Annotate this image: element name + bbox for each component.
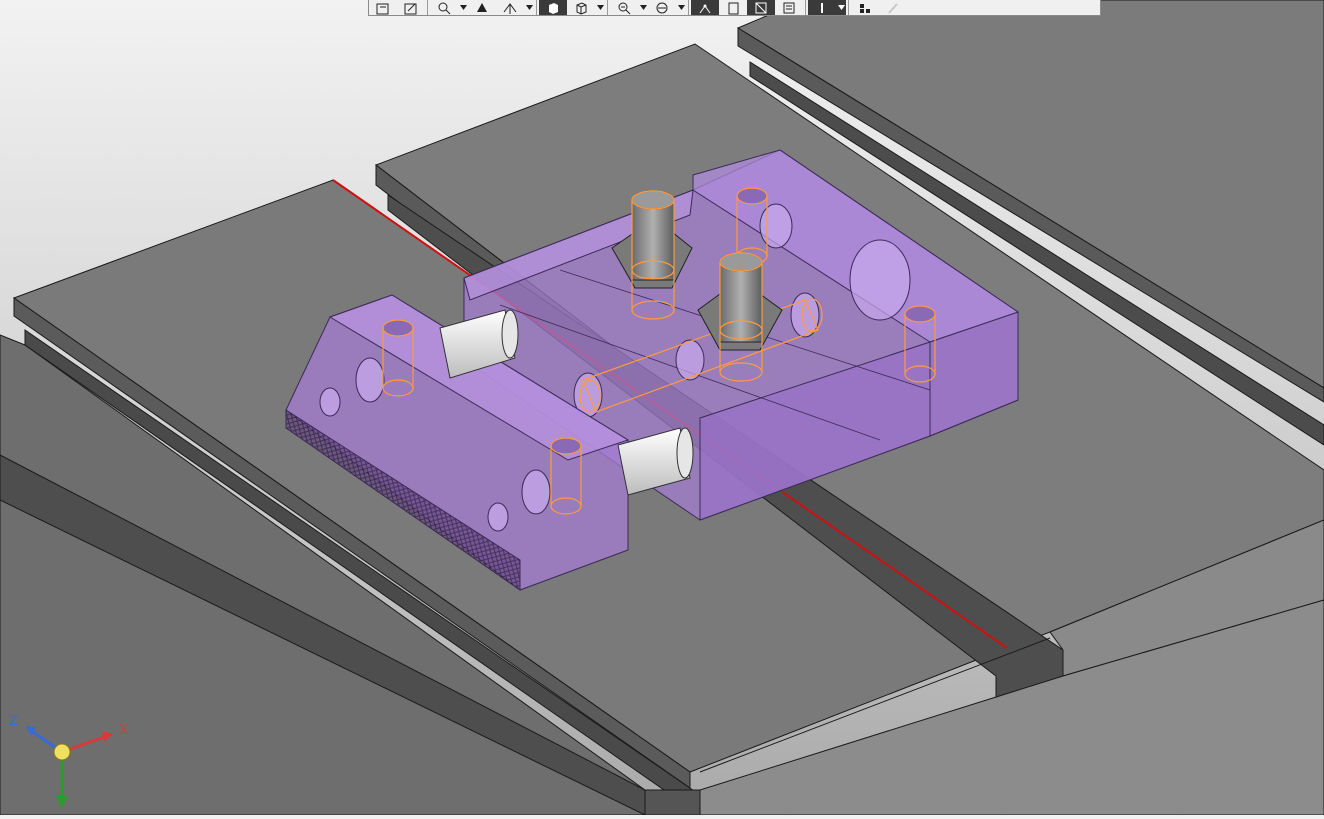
chevron-down-icon [837, 5, 845, 10]
wireframe-dropdown-button[interactable] [595, 0, 605, 15]
triad-origin[interactable] [53, 743, 71, 761]
tb-shaded-button[interactable] [539, 0, 567, 15]
filter-icon [755, 2, 767, 13]
toolbar-separator [688, 0, 689, 15]
tb-pen-button[interactable] [879, 0, 907, 15]
tb-zoom-window-button[interactable] [610, 0, 638, 15]
properties-icon [783, 2, 795, 13]
chevron-down-icon [677, 5, 685, 10]
tb-select-button[interactable] [808, 0, 836, 15]
tb-filter-button[interactable] [747, 0, 775, 15]
chevron-down-icon [459, 5, 467, 10]
zoom-window-dropdown-button[interactable] [638, 0, 648, 15]
snap-icon [699, 4, 711, 13]
x-axis-label: X [119, 723, 129, 738]
section-dropdown-button[interactable] [676, 0, 686, 15]
sketch-icon [376, 3, 389, 14]
tree-icon [860, 3, 870, 13]
zoom-window-icon [618, 2, 631, 14]
orientation-dropdown-button[interactable] [524, 0, 534, 15]
tb-snap-button[interactable] [691, 0, 719, 15]
tb-edit-sketch-button[interactable] [397, 0, 425, 15]
tb-orientation-button[interactable] [496, 0, 524, 15]
edit-sketch-icon [404, 3, 417, 14]
tb-sketch-button[interactable] [369, 0, 397, 15]
zoom-dropdown-button[interactable] [458, 0, 468, 15]
orientation-icon [503, 2, 517, 14]
chevron-down-icon [639, 5, 647, 10]
layer-icon [728, 2, 739, 14]
wireframe-cube-icon [576, 1, 587, 15]
tb-zoom-button[interactable] [430, 0, 458, 15]
chevron-down-icon [525, 5, 533, 10]
view-toolbar[interactable] [368, 0, 1101, 16]
chevron-down-icon [596, 5, 604, 10]
zoom-icon [438, 2, 451, 14]
toolbar-separator [536, 0, 537, 15]
section-icon [656, 2, 668, 13]
model-viewport[interactable]: X Z [0, 0, 1324, 816]
tb-rotate-button[interactable] [468, 0, 496, 15]
toolbar-separator [848, 0, 849, 15]
select-icon [821, 2, 823, 13]
rotate-icon [477, 2, 487, 12]
z-axis-label: Z [9, 714, 18, 729]
toolbar-separator [607, 0, 608, 15]
tb-properties-button[interactable] [775, 0, 803, 15]
tb-layer-button[interactable] [719, 0, 747, 15]
model-scene[interactable]: X Z [0, 0, 1324, 816]
select-dropdown-button[interactable] [836, 0, 846, 15]
pen-icon [888, 2, 898, 14]
tb-wireframe-button[interactable] [567, 0, 595, 15]
toolbar-separator [805, 0, 806, 15]
toolbar-separator [427, 0, 428, 15]
tb-tree-button[interactable] [851, 0, 879, 15]
tb-section-button[interactable] [648, 0, 676, 15]
shaded-cube-icon [549, 2, 558, 14]
